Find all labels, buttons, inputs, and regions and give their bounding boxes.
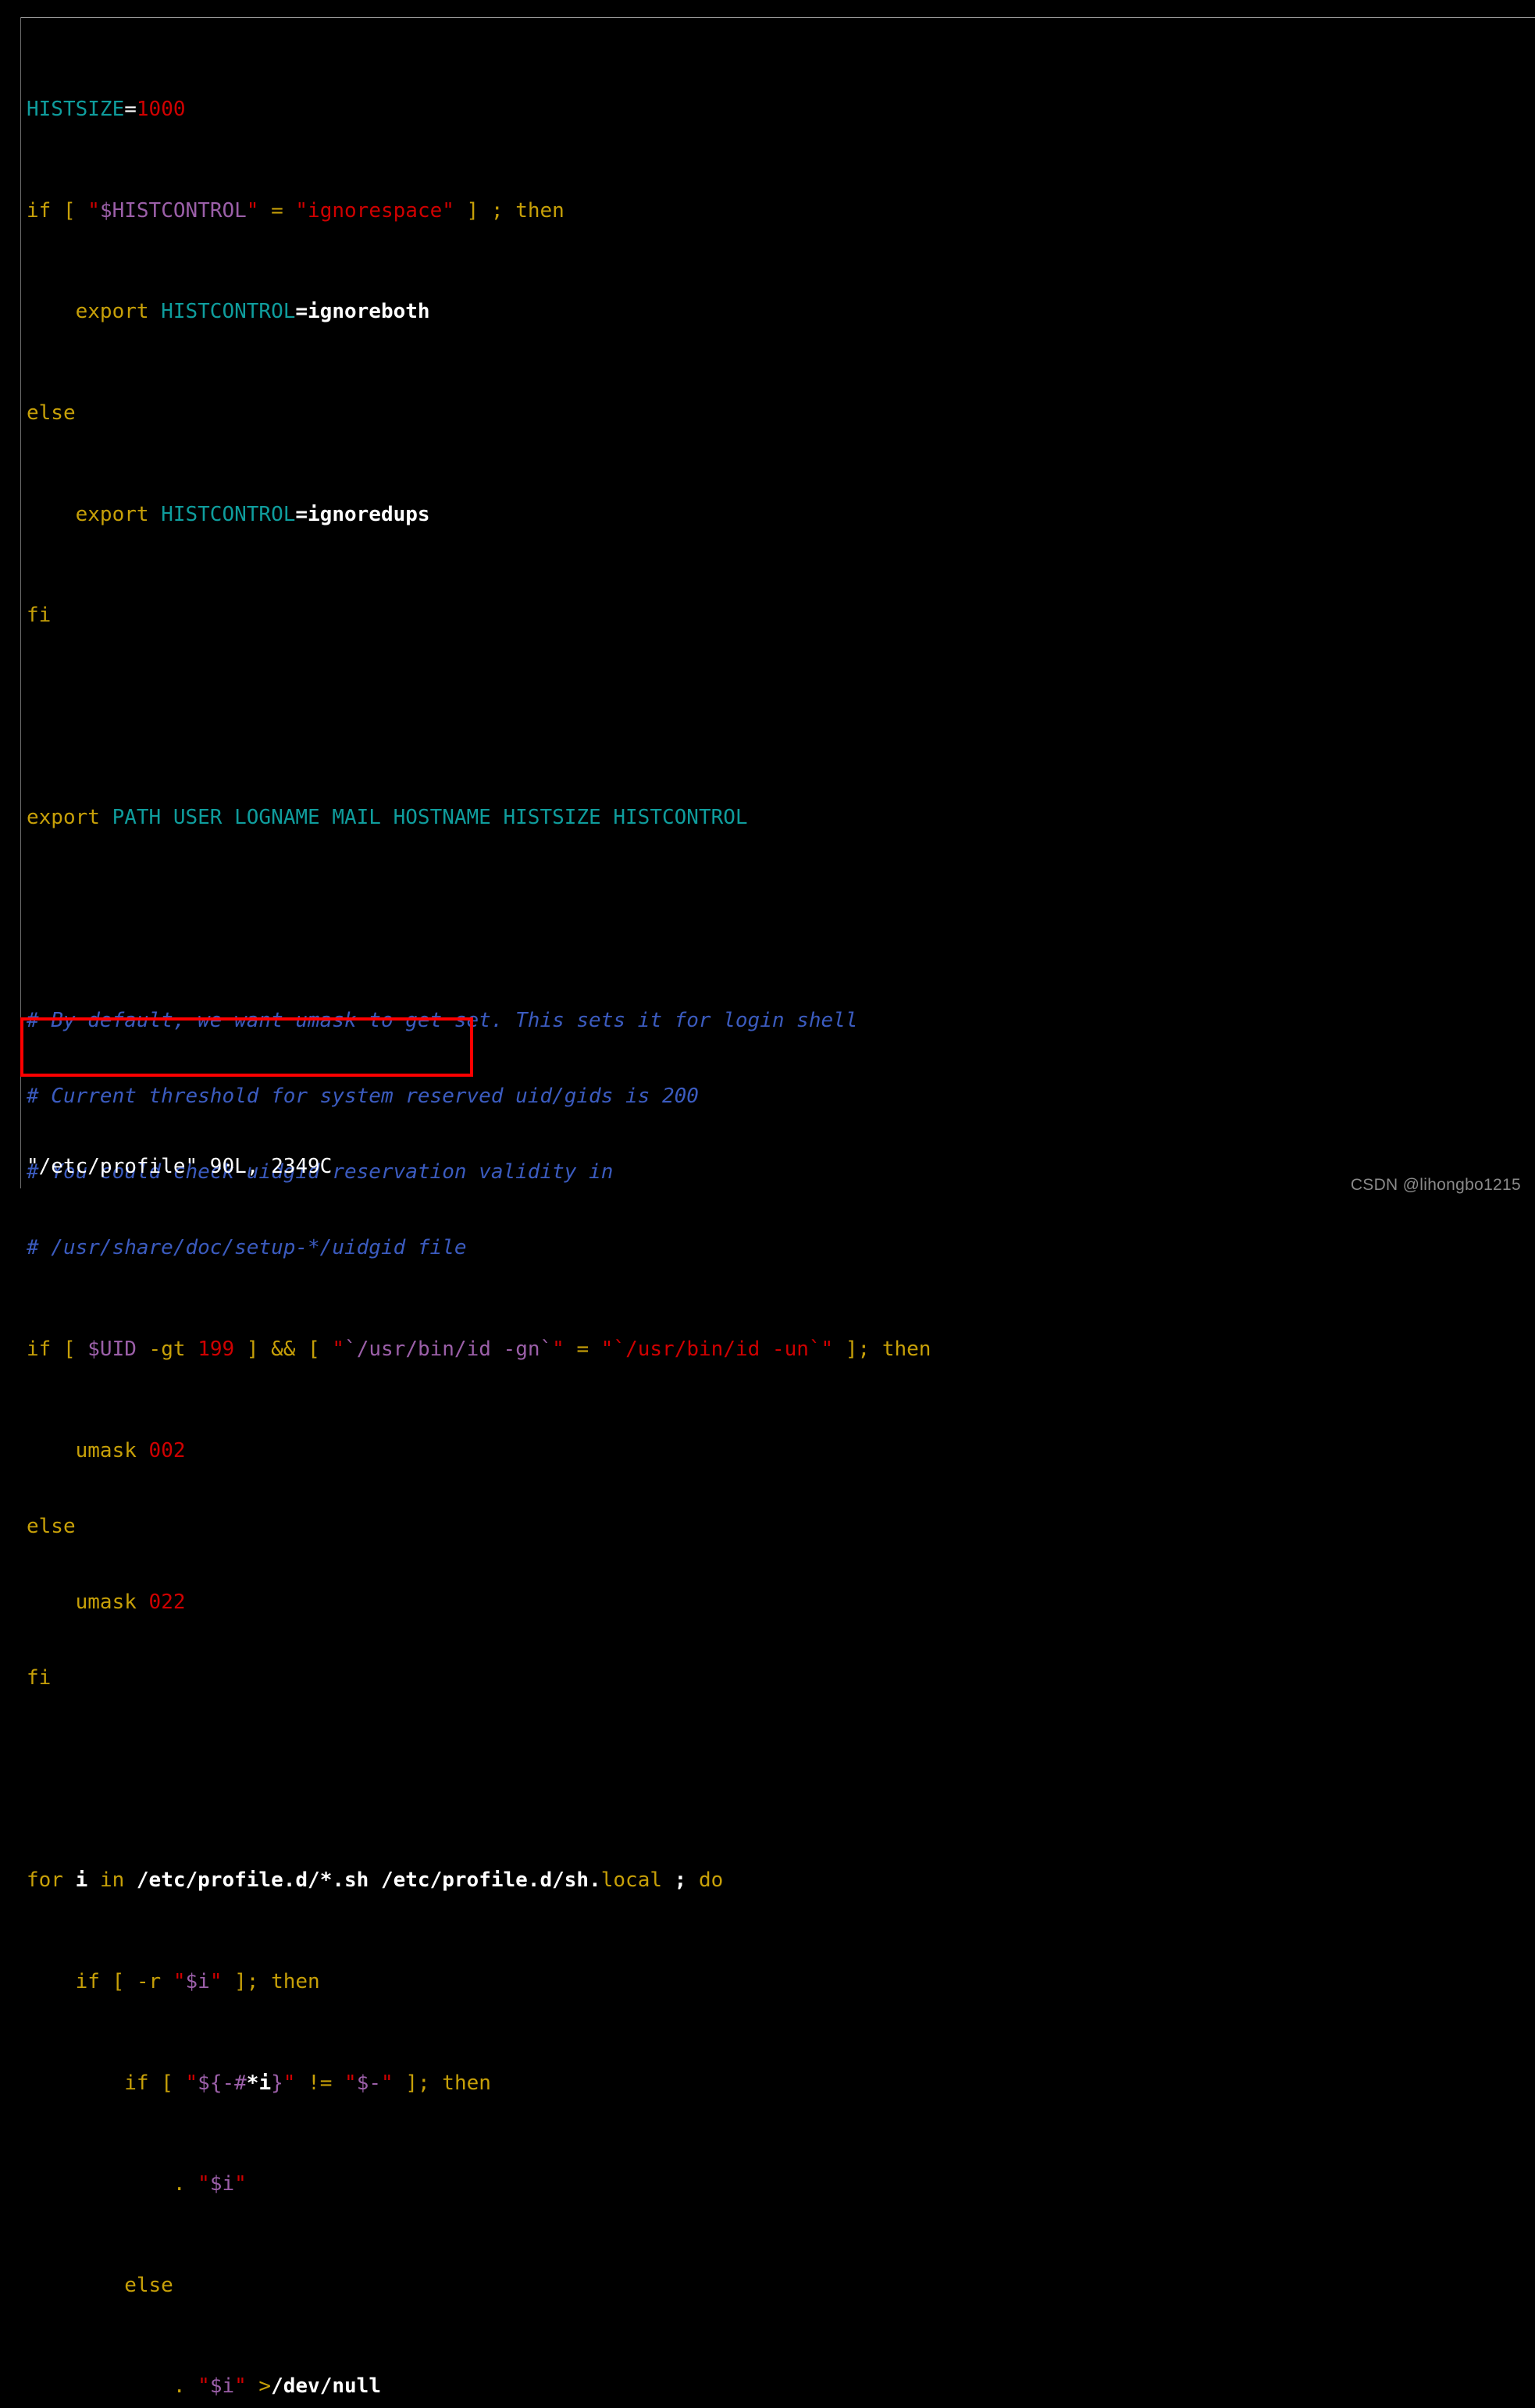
code-line-9: # By default, we want umask to get set. …	[27, 1008, 858, 1032]
vim-text-buffer[interactable]: HISTSIZE=1000 if [ "$HISTCONTROL" = "ign…	[27, 21, 1510, 2408]
csdn-watermark: CSDN @lihongbo1215	[1350, 1175, 1521, 1194]
code-line-19: for i in /etc/profile.d/*.sh /etc/profil…	[27, 1868, 724, 1893]
code-line-0: HISTSIZE=1000	[27, 98, 186, 122]
code-line-22: . "$i"	[27, 2172, 247, 2196]
code-line-23: else	[27, 2273, 173, 2297]
code-line-20: if [ -r "$i" ]; then	[27, 1969, 320, 1993]
code-line-4: export HISTCONTROL=ignoredups	[27, 502, 430, 526]
code-line-2: export HISTCONTROL=ignoreboth	[27, 300, 430, 324]
vim-window-left-border	[20, 17, 21, 1188]
code-line-3: else	[27, 401, 76, 426]
code-line-24: . "$i" >/dev/null	[27, 2374, 381, 2399]
code-line-13: if [ $UID -gt 199 ] && [ "`/usr/bin/id -…	[27, 1337, 931, 1361]
code-line-5: fi	[27, 604, 52, 628]
code-line-16: umask 022	[27, 1590, 186, 1614]
code-line-1: if [ "$HISTCONTROL" = "ignorespace" ] ; …	[27, 198, 564, 223]
vim-status-line: "/etc/profile" 90L, 2349C	[27, 1155, 333, 1178]
code-line-10: # Current threshold for system reserved …	[27, 1084, 699, 1108]
code-line-14: umask 002	[27, 1438, 186, 1462]
code-line-15: else	[27, 1514, 76, 1538]
vim-window-top-border	[20, 17, 1535, 18]
terminal-window[interactable]: HISTSIZE=1000 if [ "$HISTCONTROL" = "ign…	[0, 0, 1535, 2398]
code-line-7: export PATH USER LOGNAME MAIL HOSTNAME H…	[27, 806, 748, 830]
code-line-17: fi	[27, 1666, 52, 1690]
code-line-21: if [ "${-#*i}" != "$-" ]; then	[27, 2071, 491, 2095]
code-line-12: # /usr/share/doc/setup-*/uidgid file	[27, 1236, 467, 1260]
